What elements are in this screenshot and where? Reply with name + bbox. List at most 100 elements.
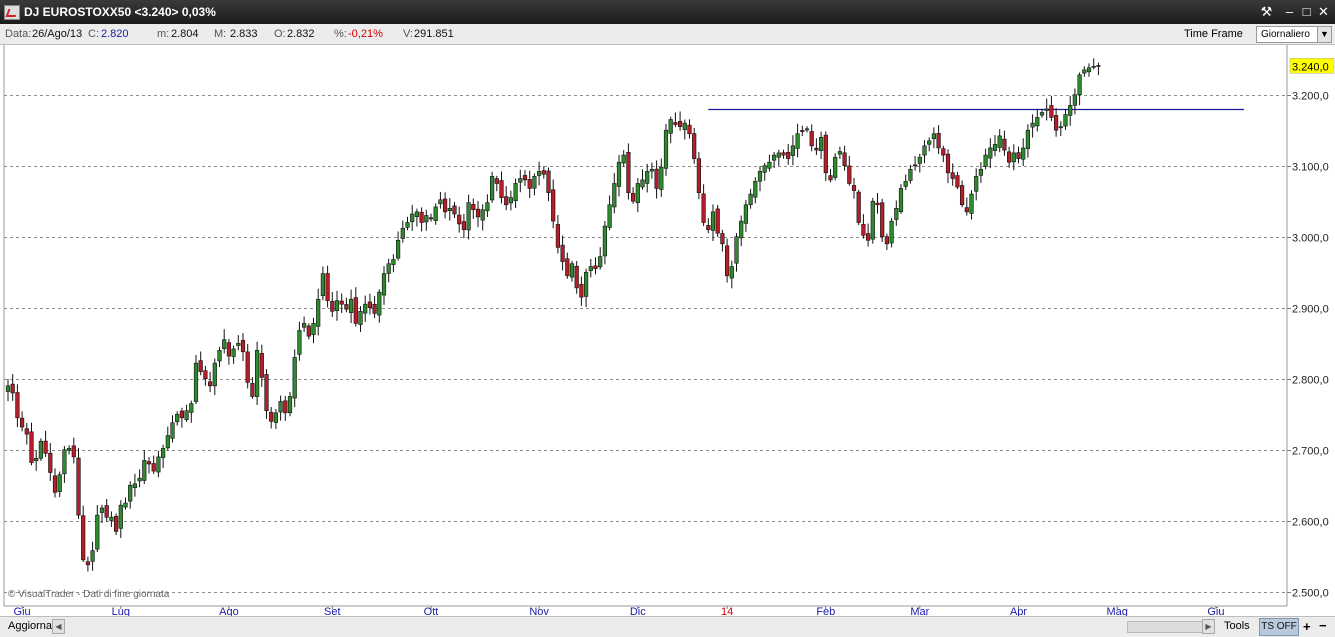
candle (828, 169, 833, 183)
candle-body-down (353, 297, 358, 324)
close-button[interactable]: ✕ (1315, 3, 1332, 20)
candle-body-down (269, 411, 274, 422)
candle-body-down (527, 179, 532, 189)
candle-body-up (931, 133, 936, 140)
scroll-left-button[interactable]: ◀ (52, 619, 65, 634)
candle-body-up (969, 193, 974, 214)
candle (118, 500, 123, 538)
candle-body-down (179, 410, 185, 419)
candle (922, 140, 927, 164)
candle (400, 220, 405, 243)
zoom-in-button[interactable]: + (1303, 619, 1311, 634)
candle (466, 194, 471, 240)
candle-body-up (710, 211, 716, 231)
grid-lines (3, 45, 1288, 607)
candle (175, 411, 180, 426)
candle-body-down (875, 202, 880, 206)
candle-body-up (137, 477, 142, 482)
x-tick-label: 14 (721, 606, 733, 616)
candle (640, 169, 645, 190)
candle-body-up (1082, 69, 1087, 74)
candle-body-down (226, 342, 232, 357)
y-tick-label: 3.000,0 (1292, 233, 1329, 245)
candle (696, 152, 701, 200)
candle (1049, 95, 1054, 121)
candle-body-up (1063, 114, 1068, 127)
timeframe-select[interactable]: Giornaliero ▼ (1256, 26, 1332, 43)
tools-button[interactable]: Tools (1224, 620, 1250, 632)
candle (114, 513, 119, 535)
candle-body-up (870, 200, 875, 240)
candle (715, 204, 720, 237)
candlestick-chart[interactable]: 2.500,0 2.600,0 2.700,0 2.800,0 2.900,0 3.000… (0, 45, 1335, 616)
candle-body-up (757, 171, 763, 182)
candle-body-up (377, 291, 382, 316)
candle (551, 179, 556, 229)
candle-body-up (273, 412, 279, 423)
candle-body-up (992, 144, 998, 151)
candle (156, 450, 161, 478)
candle (673, 112, 678, 128)
candle (273, 408, 279, 429)
candle (494, 175, 499, 192)
title-bar[interactable]: DJ EUROSTOXX50 <3.240> 0,03% ⚒ – □ ✕ (0, 0, 1335, 24)
candle-body-down (198, 360, 203, 372)
bottom-toolbar: Aggiorna ◀ ▶ Tools TS OFF + − (0, 616, 1335, 637)
pct-label: %: (334, 28, 347, 40)
scroll-right-button[interactable]: ▶ (1202, 619, 1215, 634)
chevron-down-icon[interactable]: ▼ (1317, 27, 1331, 42)
x-tick-label: Giu (1207, 606, 1224, 616)
candle (532, 173, 537, 196)
x-tick-label: Ago (219, 606, 239, 616)
candle-body-up (682, 122, 687, 131)
candle-body-up (311, 323, 316, 336)
candle-body-down (541, 170, 546, 175)
candle (1039, 108, 1045, 118)
candle (71, 437, 76, 464)
candle-body-down (325, 273, 330, 301)
horizontal-scrollbar[interactable] (1127, 621, 1203, 633)
candle (724, 238, 730, 283)
candle-body-down (715, 208, 720, 234)
chart-app-icon (4, 5, 20, 20)
candle-body-down (941, 148, 946, 156)
candle-body-down (1002, 138, 1007, 151)
candle-body-up (645, 171, 650, 184)
volume-value: 291.851 (414, 28, 454, 40)
candle (99, 504, 105, 524)
refresh-button[interactable]: Aggiorna (4, 619, 56, 634)
ts-off-button[interactable]: TS OFF (1259, 618, 1299, 636)
candle-body-up (776, 152, 781, 158)
volume-label: V: (403, 28, 413, 40)
candle (875, 192, 880, 214)
x-tick-label: Apr (1010, 606, 1027, 616)
x-tick-label: Mag (1106, 606, 1127, 616)
minimize-button[interactable]: – (1281, 3, 1298, 20)
candle (1025, 124, 1030, 158)
candle-body-down (240, 340, 246, 353)
candle-body-down (814, 147, 819, 151)
candle (367, 293, 373, 315)
settings-icon[interactable]: ⚒ (1258, 3, 1275, 20)
candle-body-down (367, 301, 373, 309)
candle (499, 171, 504, 204)
candle (739, 215, 744, 247)
candle-body-down (85, 561, 90, 566)
candle (278, 395, 283, 421)
x-tick-label: Set (324, 606, 341, 616)
watermark-text: © VisualTrader - Dati di fine giornata (8, 589, 170, 600)
candle (583, 268, 589, 308)
candle-body-up (358, 310, 363, 325)
candle (57, 471, 62, 498)
maximize-button[interactable]: □ (1298, 3, 1315, 20)
candle-body-up (1058, 126, 1063, 129)
candle-body-down (71, 445, 76, 458)
zoom-out-button[interactable]: − (1319, 618, 1327, 633)
candle-body-up (978, 168, 983, 176)
candle (668, 116, 673, 144)
candle (997, 129, 1002, 153)
candle-body-down (673, 122, 678, 125)
candle (161, 444, 166, 469)
candle-body-up (612, 183, 617, 208)
candle (988, 138, 993, 169)
